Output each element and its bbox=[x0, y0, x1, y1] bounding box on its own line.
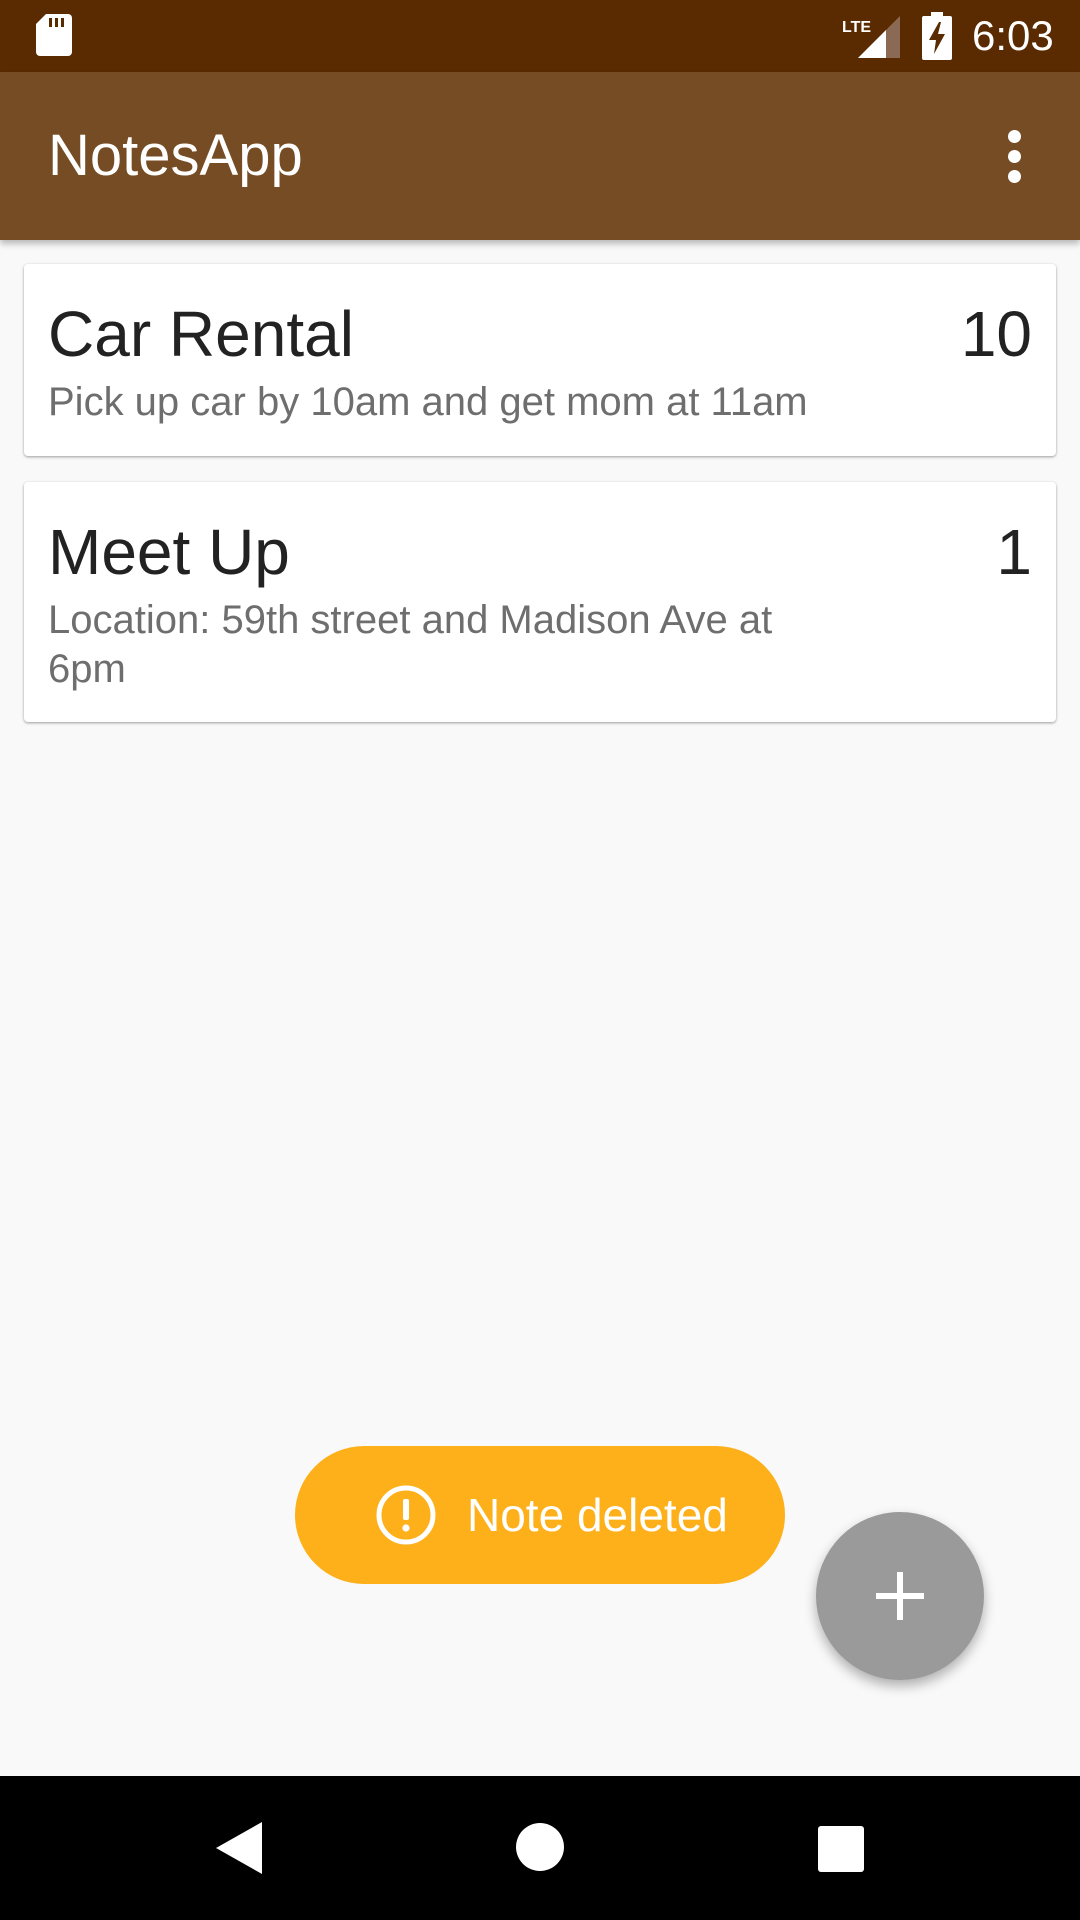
battery-charging-icon bbox=[922, 12, 952, 60]
plus-icon bbox=[876, 1572, 924, 1620]
note-description: Pick up car by 10am and get mom at 11am bbox=[48, 380, 808, 424]
navigation-bar bbox=[0, 1776, 1080, 1920]
note-title: Meet Up bbox=[48, 516, 290, 588]
note-priority: 1 bbox=[996, 516, 1032, 588]
status-time: 6:03 bbox=[972, 12, 1054, 59]
app-title: NotesApp bbox=[48, 123, 303, 188]
lte-label: LTE bbox=[842, 19, 871, 36]
status-bar: LTE 6:03 bbox=[0, 0, 1080, 72]
note-card[interactable]: Car Rental 10 Pick up car by 10am and ge… bbox=[24, 264, 1056, 456]
more-vert-icon[interactable] bbox=[990, 124, 1038, 188]
note-title: Car Rental bbox=[48, 298, 354, 370]
back-icon[interactable] bbox=[214, 1820, 264, 1876]
home-icon[interactable] bbox=[515, 1822, 565, 1872]
note-card[interactable]: Meet Up 1 Location: 59th street and Madi… bbox=[24, 482, 1056, 722]
alert-circle-icon bbox=[376, 1485, 436, 1545]
recents-icon[interactable] bbox=[818, 1826, 864, 1872]
note-priority: 10 bbox=[960, 298, 1032, 370]
sd-card-icon bbox=[36, 14, 72, 56]
toast-message: Note deleted bbox=[295, 1446, 785, 1584]
add-note-button[interactable] bbox=[816, 1512, 984, 1680]
app-bar: NotesApp bbox=[0, 72, 1080, 240]
lte-signal-icon: LTE bbox=[842, 16, 900, 58]
toast-text: Note deleted bbox=[467, 1489, 728, 1541]
note-description: Location: 59th street and Madison Ave at… bbox=[48, 598, 773, 691]
